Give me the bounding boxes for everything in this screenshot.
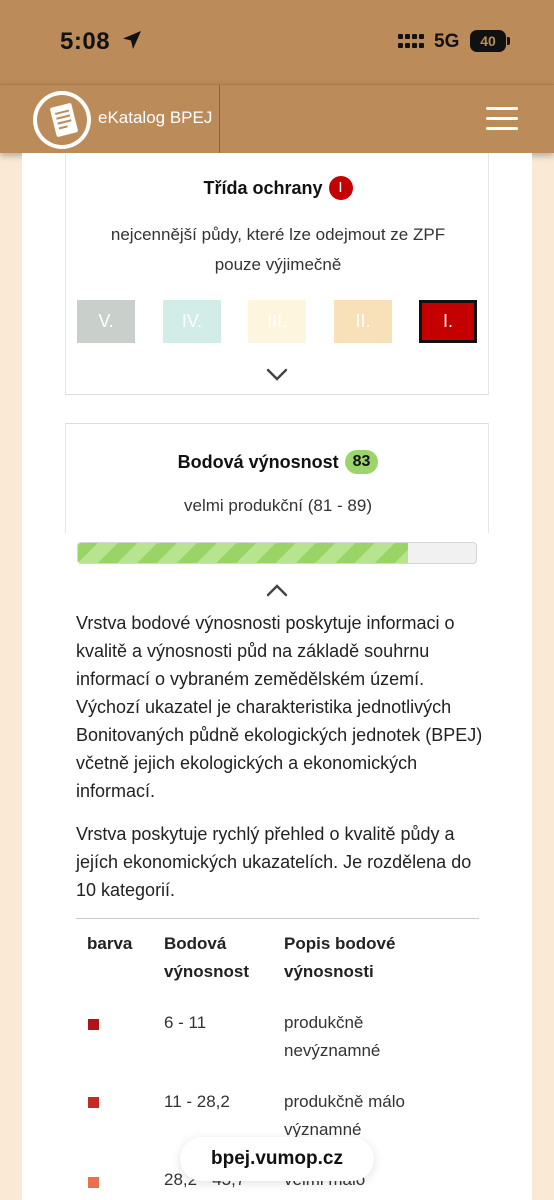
status-time: 5:08: [60, 28, 111, 55]
app-title[interactable]: eKatalog BPEJ: [98, 108, 212, 128]
header-divider: [219, 85, 220, 154]
battery-icon: 40: [470, 30, 506, 52]
class-box-i[interactable]: I.: [419, 300, 477, 343]
table-cell-description: produkčně málo významné: [284, 1092, 405, 1139]
logo-icon[interactable]: [33, 91, 91, 149]
yield-points-badge: 83: [344, 450, 379, 474]
color-swatch: [88, 1097, 99, 1108]
battery-tip: [507, 37, 510, 45]
table-top-rule: [76, 918, 479, 919]
app-header: eKatalog BPEJ: [0, 84, 554, 154]
browser-url-bar[interactable]: bpej.vumop.cz: [180, 1137, 374, 1181]
table-header-color: barva: [87, 934, 133, 953]
chevron-down-icon[interactable]: [266, 368, 288, 382]
content-page: Třída ochrany I nejcennější půdy, které …: [22, 153, 532, 1200]
status-bar: 5:08 5G 40: [0, 0, 554, 84]
yield-info-paragraph-1: Vrstva bodové výnosnosti poskytuje infor…: [76, 613, 483, 801]
yield-info-paragraph-2: Vrstva poskytuje rychlý přehled o kvalit…: [76, 824, 472, 900]
yield-title-text: Bodová výnosnost: [177, 451, 339, 472]
protection-description-line2: pouze výjimečně: [214, 255, 342, 274]
table-header-points: Bodová výnosnost: [164, 934, 250, 981]
protection-description-line1: nejcennější půdy, které lze odejmout ze …: [110, 225, 446, 244]
table-header-description: Popis bodové výnosnosti: [284, 934, 396, 981]
location-arrow-icon: [123, 31, 141, 49]
yield-card-title: Bodová výnosnost 83: [66, 450, 490, 474]
class-box-ii[interactable]: II.: [334, 300, 392, 343]
table-cell-points: 6 - 11: [164, 1013, 207, 1032]
signal-icon: [398, 34, 426, 50]
yield-card: Bodová výnosnost 83 velmi produkční (81 …: [65, 423, 489, 533]
protection-title-text: Třída ochrany: [203, 177, 323, 198]
protection-class-scale: V. IV. III. II. I.: [77, 300, 479, 344]
network-type: 5G: [434, 31, 460, 52]
class-box-iii[interactable]: III.: [248, 300, 306, 343]
table-cell-points: 11 - 28,2: [164, 1092, 230, 1111]
table-cell-description: produkčně nevýznamné: [284, 1013, 381, 1060]
class-box-v[interactable]: V.: [77, 300, 135, 343]
yield-progress-fill: [78, 543, 409, 563]
protection-class-card: Třída ochrany I nejcennější půdy, které …: [65, 153, 489, 395]
protection-card-title: Třída ochrany I: [66, 176, 490, 200]
chevron-up-icon[interactable]: [266, 583, 288, 597]
yield-progress-bar: [77, 542, 477, 564]
color-swatch: [88, 1019, 99, 1030]
protection-class-badge: I: [328, 176, 353, 200]
color-swatch: [88, 1177, 99, 1188]
hamburger-menu-icon[interactable]: [486, 107, 518, 131]
class-box-iv[interactable]: IV.: [163, 300, 221, 343]
yield-description: velmi produkční (81 - 89): [183, 496, 373, 515]
